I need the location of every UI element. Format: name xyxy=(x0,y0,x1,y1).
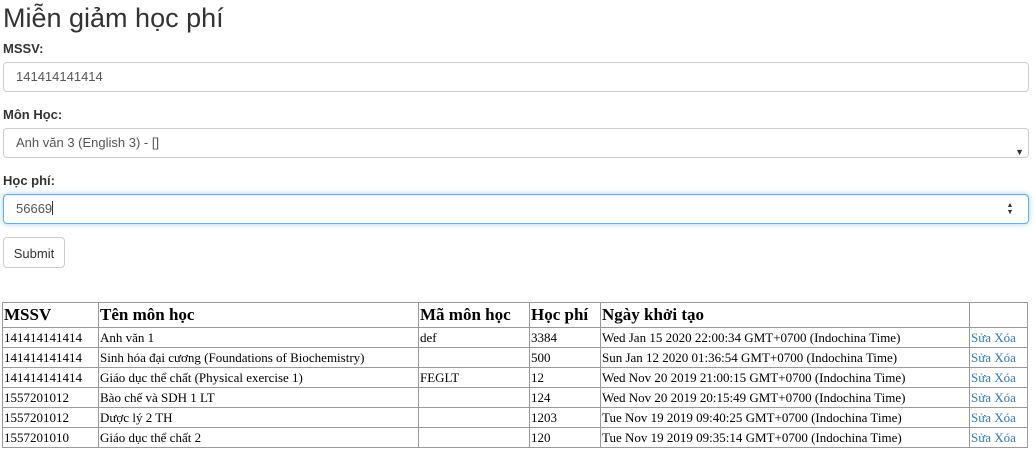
cell-ma-mon-hoc xyxy=(418,347,530,368)
cell-ten-mon-hoc: Dược lý 2 TH xyxy=(98,407,419,428)
cell-mssv: 1557201012 xyxy=(2,407,99,428)
cell-mssv: 1557201012 xyxy=(2,387,99,408)
cell-ten-mon-hoc: Sinh hóa đại cương (Foundations of Bioch… xyxy=(98,347,419,368)
cell-mssv: 1557201010 xyxy=(2,427,99,448)
cell-ngay-khoi-tao: Tue Nov 19 2019 09:35:14 GMT+0700 (Indoc… xyxy=(600,427,970,448)
cell-ngay-khoi-tao: Wed Nov 20 2019 21:00:15 GMT+0700 (Indoc… xyxy=(600,367,970,388)
cell-ngay-khoi-tao: Wed Jan 15 2020 22:00:34 GMT+0700 (Indoc… xyxy=(600,327,970,348)
delete-link[interactable]: Xóa xyxy=(994,370,1016,385)
cell-ngay-khoi-tao: Tue Nov 19 2019 09:40:25 GMT+0700 (Indoc… xyxy=(600,407,970,428)
text-cursor xyxy=(52,201,54,215)
spinner-up-icon[interactable]: ▲ xyxy=(1007,202,1014,209)
edit-link[interactable]: Sửa xyxy=(971,350,991,365)
delete-link[interactable]: Xóa xyxy=(994,430,1016,445)
cell-mssv: 141414141414 xyxy=(2,347,99,368)
table-header-row: MSSV Tên môn học Mã môn học Học phí Ngày… xyxy=(2,302,1028,328)
hoc-phi-input-value: 56669 xyxy=(16,201,53,216)
delete-link[interactable]: Xóa xyxy=(994,330,1016,345)
cell-ngay-khoi-tao: Sun Jan 12 2020 01:36:54 GMT+0700 (Indoc… xyxy=(600,347,970,368)
hoc-phi-label: Học phí: xyxy=(3,173,55,188)
cell-ngay-khoi-tao: Wed Nov 20 2019 20:15:49 GMT+0700 (Indoc… xyxy=(600,387,970,408)
edit-link[interactable]: Sửa xyxy=(971,410,991,425)
cell-actions: Sửa Xóa xyxy=(969,407,1028,428)
cell-ten-mon-hoc: Anh văn 1 xyxy=(98,327,419,348)
edit-link[interactable]: Sửa xyxy=(971,330,991,345)
mssv-label: MSSV: xyxy=(3,41,44,56)
cell-actions: Sửa Xóa xyxy=(969,327,1028,348)
chevron-down-icon: ▼ xyxy=(1015,147,1024,157)
delete-link[interactable]: Xóa xyxy=(994,390,1016,405)
cell-ten-mon-hoc: Bào chế và SDH 1 LT xyxy=(98,387,419,408)
mssv-input[interactable]: 141414141414 xyxy=(3,62,1029,92)
cell-hoc-phi: 500 xyxy=(529,347,601,368)
cell-hoc-phi: 124 xyxy=(529,387,601,408)
table-row: 1557201010 Giáo dục thể chất 2 120 Tue N… xyxy=(2,427,1028,448)
cell-ma-mon-hoc xyxy=(418,387,530,408)
cell-actions: Sửa Xóa xyxy=(969,347,1028,368)
hoc-phi-input[interactable]: 56669 ▲ ▼ xyxy=(3,194,1029,224)
cell-hoc-phi: 3384 xyxy=(529,327,601,348)
submit-button[interactable]: Submit xyxy=(3,237,65,268)
col-header-ten-mon-hoc: Tên môn học xyxy=(98,302,419,328)
col-header-actions xyxy=(969,302,1028,328)
spinner-down-icon[interactable]: ▼ xyxy=(1007,209,1014,216)
cell-ma-mon-hoc xyxy=(418,407,530,428)
col-header-ma-mon-hoc: Mã môn học xyxy=(418,302,530,328)
cell-actions: Sửa Xóa xyxy=(969,387,1028,408)
cell-actions: Sửa Xóa xyxy=(969,367,1028,388)
table-row: 141414141414 Sinh hóa đại cương (Foundat… xyxy=(2,347,1028,368)
edit-link[interactable]: Sửa xyxy=(971,370,991,385)
cell-ma-mon-hoc xyxy=(418,427,530,448)
cell-hoc-phi: 1203 xyxy=(529,407,601,428)
cell-actions: Sửa Xóa xyxy=(969,427,1028,448)
edit-link[interactable]: Sửa xyxy=(971,390,991,405)
mssv-input-value: 141414141414 xyxy=(16,69,103,84)
cell-ma-mon-hoc: def xyxy=(418,327,530,348)
table-row: 141414141414 Anh văn 1 def 3384 Wed Jan … xyxy=(2,327,1028,348)
cell-hoc-phi: 12 xyxy=(529,367,601,388)
delete-link[interactable]: Xóa xyxy=(994,350,1016,365)
delete-link[interactable]: Xóa xyxy=(994,410,1016,425)
number-spinner[interactable]: ▲ ▼ xyxy=(1006,201,1014,217)
mon-hoc-selected-value: Anh văn 3 (English 3) - [] xyxy=(16,135,160,150)
page-title: Miễn giảm học phí xyxy=(3,3,224,33)
fee-table: MSSV Tên môn học Mã môn học Học phí Ngày… xyxy=(2,302,1028,448)
cell-ten-mon-hoc: Giáo dục thể chất 2 xyxy=(98,427,419,448)
edit-link[interactable]: Sửa xyxy=(971,430,991,445)
col-header-ngay-khoi-tao: Ngày khởi tạo xyxy=(600,302,970,328)
cell-ten-mon-hoc: Giáo dục thể chất (Physical exercise 1) xyxy=(98,367,419,388)
cell-ma-mon-hoc: FEGLT xyxy=(418,367,530,388)
cell-mssv: 141414141414 xyxy=(2,367,99,388)
table-row: 1557201012 Bào chế và SDH 1 LT 124 Wed N… xyxy=(2,387,1028,408)
table-row: 1557201012 Dược lý 2 TH 1203 Tue Nov 19 … xyxy=(2,407,1028,428)
mon-hoc-label: Môn Học: xyxy=(3,107,63,122)
col-header-mssv: MSSV xyxy=(2,302,99,328)
cell-hoc-phi: 120 xyxy=(529,427,601,448)
col-header-hoc-phi: Học phí xyxy=(529,302,601,328)
cell-mssv: 141414141414 xyxy=(2,327,99,348)
mon-hoc-select[interactable]: Anh văn 3 (English 3) - [] ▼ xyxy=(3,128,1029,158)
table-row: 141414141414 Giáo dục thể chất (Physical… xyxy=(2,367,1028,388)
